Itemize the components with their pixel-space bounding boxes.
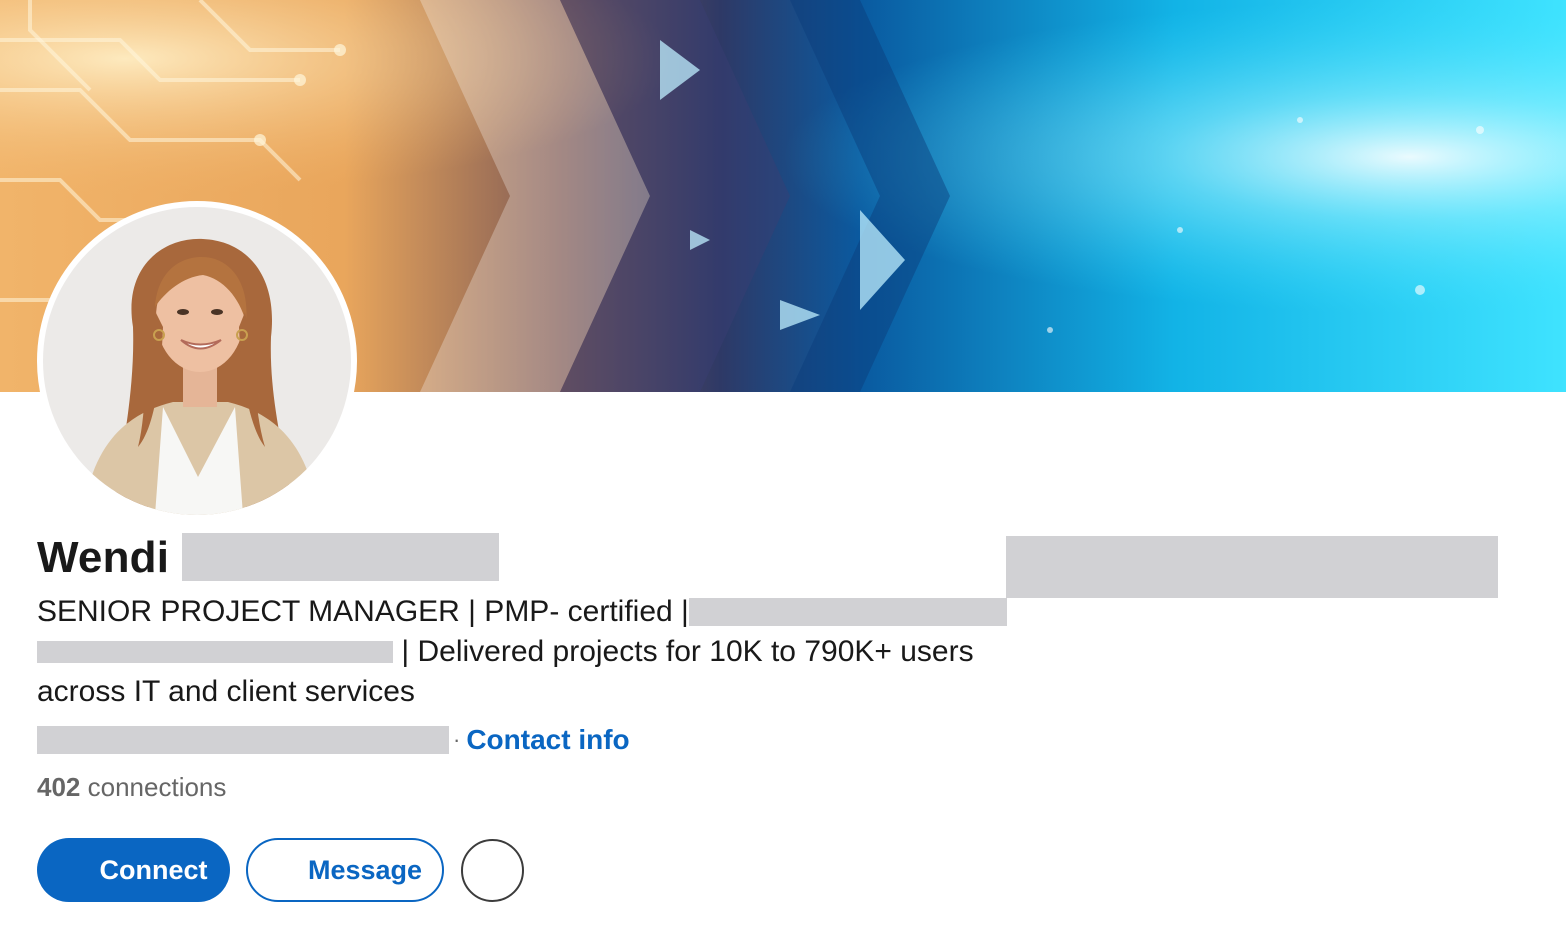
headline-line-2-text: | Delivered projects for 10K to 790K+ us… <box>401 635 974 668</box>
redacted-location <box>37 726 449 754</box>
headline-line-3-text: across IT and client services <box>37 675 415 708</box>
profile-headline: SENIOR PROJECT MANAGER | PMP- certified … <box>37 592 1017 712</box>
redacted-headline-part-1 <box>689 598 1007 626</box>
profile-card: Wendi SENIOR PROJECT MANAGER | PMP- cert… <box>0 0 1566 938</box>
headline-line-1: SENIOR PROJECT MANAGER | PMP- certified … <box>37 592 1017 632</box>
connections-label: connections <box>87 772 227 802</box>
profile-name-row: Wendi <box>37 530 169 586</box>
avatar <box>43 207 351 515</box>
message-button-label: Message <box>307 854 423 885</box>
headline-line-3: across IT and client services <box>37 672 1017 712</box>
more-options-icon[interactable] <box>461 839 524 902</box>
connect-button-label: Connect <box>99 854 208 885</box>
contact-info-link[interactable]: Contact info <box>466 724 629 756</box>
redacted-current-position <box>1006 536 1498 598</box>
message-button[interactable]: Message <box>246 838 444 902</box>
location-separator: · <box>453 727 461 752</box>
connect-button[interactable]: Connect <box>37 838 230 902</box>
redacted-last-name <box>182 533 499 581</box>
profile-first-name: Wendi <box>37 533 170 582</box>
location-row: · Contact info <box>37 720 630 760</box>
profile-photo[interactable] <box>37 201 357 521</box>
redacted-headline-part-2 <box>37 641 393 663</box>
headline-line-2: | Delivered projects for 10K to 790K+ us… <box>37 632 1017 672</box>
connections-count[interactable]: 402 connections <box>37 772 226 803</box>
connections-number: 402 <box>37 772 81 802</box>
headline-line-1-text: SENIOR PROJECT MANAGER | PMP- certified … <box>37 595 689 628</box>
